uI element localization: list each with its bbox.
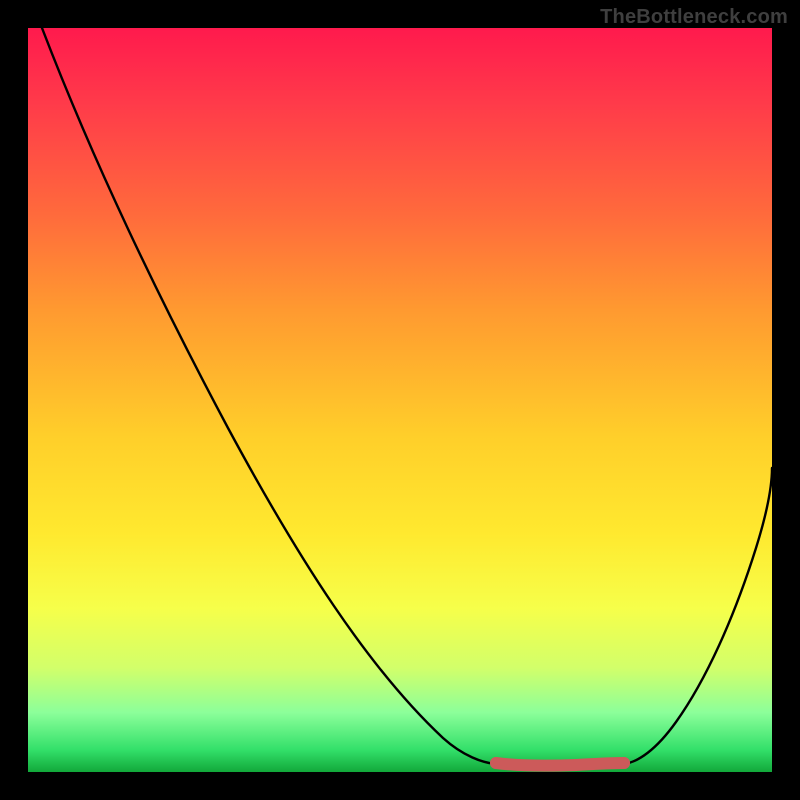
plot-area [28,28,772,772]
chart-curves-svg [28,28,772,772]
valley-band [496,763,624,766]
curve-right-arm [624,468,772,764]
chart-container: TheBottleneck.com [0,0,800,800]
curve-left-arm [42,28,496,764]
watermark-text: TheBottleneck.com [600,6,788,29]
valley-endpoint-left [490,757,502,769]
valley-endpoint-right [618,757,630,769]
